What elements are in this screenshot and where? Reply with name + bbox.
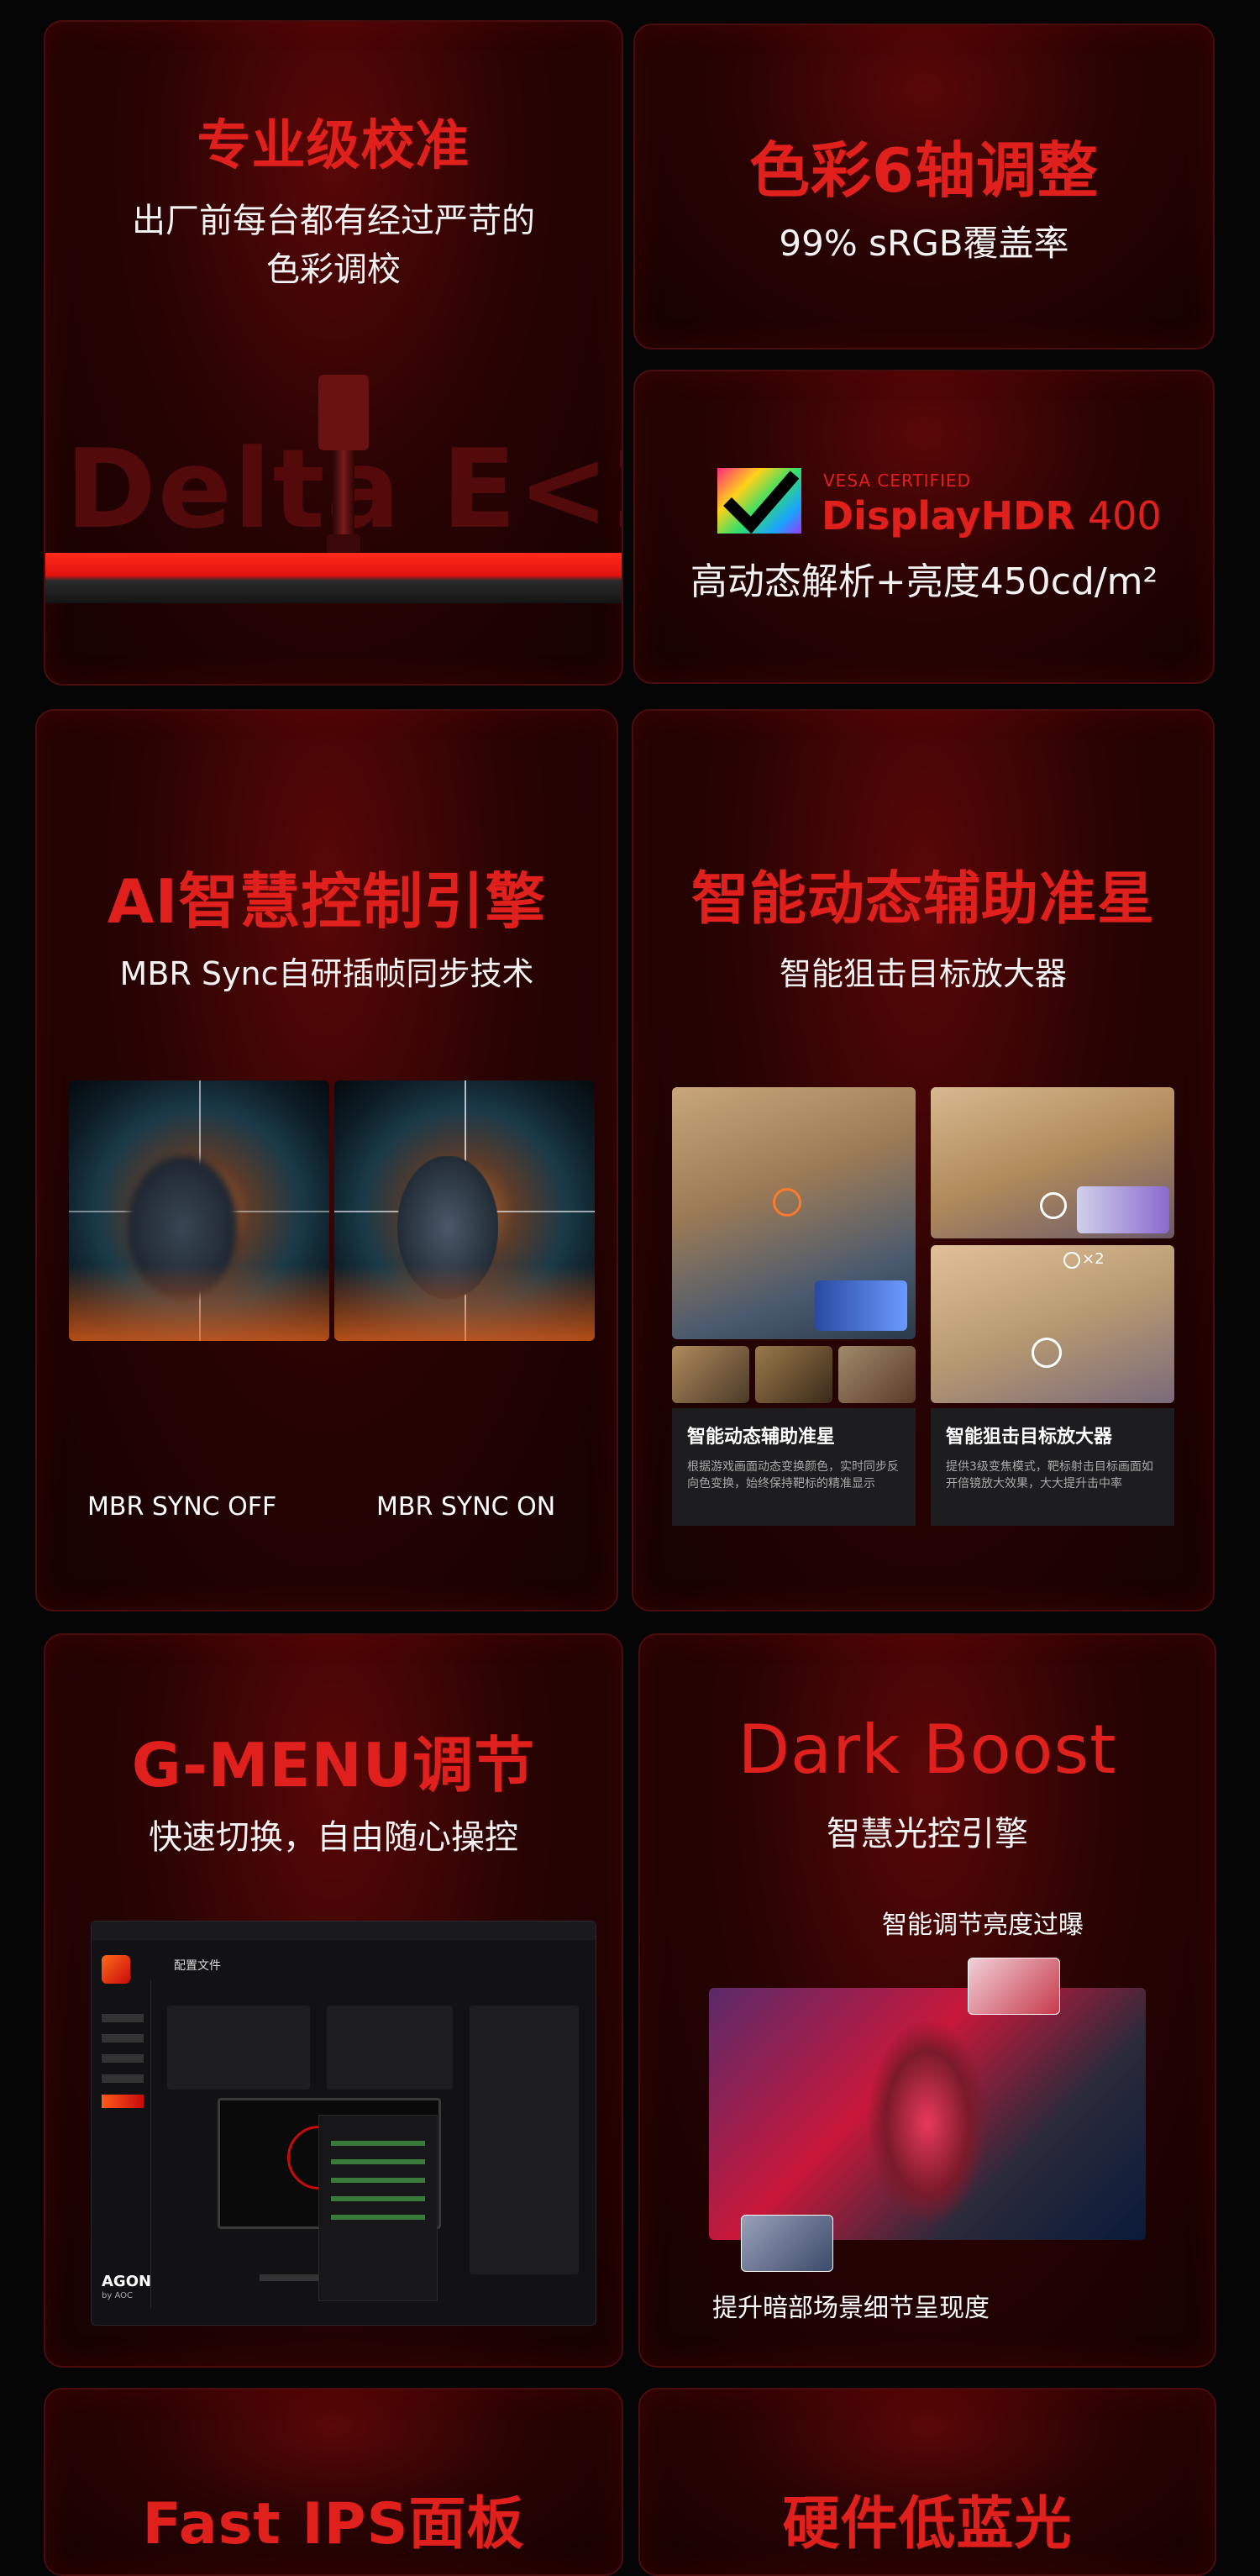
sniper-panel-title: 智能狙击目标放大器 [946, 1427, 1113, 1448]
fast-ips-title: Fast IPS面板 [142, 2491, 525, 2558]
color6-title: 色彩6轴调整 [748, 135, 1100, 206]
mbr-on-caption: MBR SYNC ON [376, 1492, 556, 1522]
color6-subtitle: 99% sRGB覆盖率 [779, 223, 1069, 264]
darkboost-title: Dark Boost [738, 1711, 1117, 1789]
card-calibration: 专业级校准 出厂前每台都有经过严苛的 色彩调校 Delta E<2 [44, 20, 623, 686]
mbr-off-caption: MBR SYNC OFF [87, 1492, 277, 1522]
vesa-certified-label: VESA CERTIFIED [823, 471, 972, 491]
displayhdr-logo-icon [717, 468, 801, 534]
monitor-edge-image [45, 553, 622, 603]
game-thumb-3-image [838, 1346, 916, 1403]
darkboost-robot-image [709, 1988, 1146, 2240]
ai-title: AI智慧控制引擎 [107, 866, 547, 937]
zoom-level-label: ×2 [1082, 1250, 1105, 1268]
displayhdr-text: DisplayHDR [822, 493, 1075, 539]
game-thumb-2-image [755, 1346, 832, 1403]
card-ai-engine: AI智慧控制引擎 MBR Sync自研插帧同步技术 MBR SYNC OFF M… [35, 709, 618, 1611]
agon-brand-logo: AGON [102, 2273, 152, 2290]
gmenu-software-image: 配置文件 AGON by AOC [91, 1921, 596, 2326]
brightness-label: 智能调节亮度过曝 [882, 1911, 1084, 1940]
low-blue-light-title: 硬件低蓝光 [782, 2491, 1073, 2558]
agon-brand-sub: by AOC [102, 2291, 133, 2300]
card-low-blue-light: 硬件低蓝光 [638, 2388, 1216, 2576]
crosshair-panel-body: 根据游戏画面动态变换颜色，实时同步反向色变换，始终保持靶标的精准显示 [687, 1460, 899, 1490]
darkboost-subtitle: 智慧光控引擎 [827, 1815, 1028, 1853]
game-thumb-1-image [672, 1346, 749, 1403]
calibration-subtitle-1: 出厂前每台都有经过严苛的 [132, 202, 535, 240]
mbr-on-scope-image [334, 1080, 595, 1341]
sniper-panel-body: 提供3级变焦模式，靶标射击目标画面如开倍镜放大效果，大大提升击中率 [946, 1460, 1153, 1490]
card-darkboost: Dark Boost 智慧光控引擎 智能调节亮度过曝 提升暗部场景细节呈现度 [638, 1633, 1216, 2368]
card-gmenu: G-MENU调节 快速切换，自由随心操控 配置文件 AGON by AOC [44, 1633, 623, 2368]
crosshair-info-panel: 智能动态辅助准星 根据游戏画面动态变换颜色，实时同步反向色变换，始终保持靶标的精… [672, 1408, 916, 1526]
darkboost-bottom-thumb-image [741, 2215, 833, 2272]
game-scene-main-image [672, 1087, 916, 1339]
ai-subtitle: MBR Sync自研插帧同步技术 [119, 955, 534, 992]
mbr-off-scope-image [69, 1080, 329, 1341]
crosshair-subtitle: 智能狙击目标放大器 [779, 955, 1067, 992]
card-hdr: VESA CERTIFIED DisplayHDR 400 高动态解析+亮度45… [633, 370, 1215, 684]
calibration-subtitle-2: 色彩调校 [266, 250, 401, 289]
calibration-title: 专业级校准 [197, 115, 470, 177]
gmenu-title: G-MENU调节 [131, 1730, 536, 1801]
game-scene-zoom2-image: ×2 [931, 1245, 1174, 1403]
card-fast-ips: Fast IPS面板 [44, 2388, 623, 2576]
card-crosshair: 智能动态辅助准星 智能狙击目标放大器 ×2 智能动态辅助准星 根据游戏画面动态变… [632, 709, 1215, 1611]
crosshair-title: 智能动态辅助准星 [690, 866, 1155, 933]
gmenu-subtitle: 快速切换，自由随心操控 [149, 1818, 518, 1857]
zoom-icon [1063, 1252, 1080, 1269]
calibrator-device-image [297, 375, 390, 568]
crosshair-panel-title: 智能动态辅助准星 [687, 1427, 836, 1448]
gmenu-profile-header: 配置文件 [174, 1959, 221, 1973]
game-scene-zoom1-image [931, 1087, 1174, 1238]
displayhdr-level: 400 [1087, 493, 1162, 539]
darkboost-top-thumb-image [968, 1958, 1060, 2015]
displayhdr-label: DisplayHDR 400 [822, 493, 1162, 539]
card-color6: 色彩6轴调整 99% sRGB覆盖率 [633, 24, 1215, 350]
sniper-info-panel: 智能狙击目标放大器 提供3级变焦模式，靶标射击目标画面如开倍镜放大效果，大大提升… [931, 1408, 1174, 1526]
darkness-label: 提升暗部场景细节呈现度 [712, 2294, 990, 2323]
hdr-subtitle: 高动态解析+亮度450cd/m² [690, 560, 1158, 603]
